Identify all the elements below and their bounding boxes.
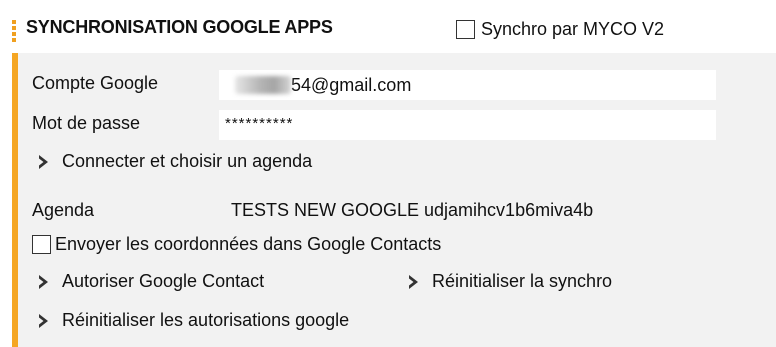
connect-calendar-link[interactable]: Connecter et choisir un agenda: [36, 151, 312, 172]
authorize-contact-label: Autoriser Google Contact: [62, 271, 265, 291]
section-header: SYNCHRONISATION GOOGLE APPS Synchro par …: [0, 0, 776, 53]
chevron-right-icon: [406, 274, 422, 290]
reset-auth-label: Réinitialiser les autorisations google: [62, 310, 350, 330]
section-title: SYNCHRONISATION GOOGLE APPS: [26, 17, 333, 37]
account-value: 54@gmail.com: [291, 74, 412, 95]
google-contacts-label: Envoyer les coordonnées dans Google Cont…: [55, 234, 442, 254]
chevron-right-icon: [36, 154, 52, 170]
checkbox-icon[interactable]: [32, 235, 51, 254]
agenda-label: Agenda: [32, 200, 95, 220]
drag-handle-icon: [12, 20, 16, 42]
google-contacts-checkbox[interactable]: Envoyer les coordonnées dans Google Cont…: [32, 234, 441, 255]
chevron-right-icon: [36, 313, 52, 329]
password-input[interactable]: **********: [219, 110, 716, 140]
authorize-contact-link[interactable]: Autoriser Google Contact: [36, 271, 264, 292]
myco-sync-label: Synchro par MYCO V2: [481, 19, 665, 39]
account-label: Compte Google: [32, 73, 159, 93]
agenda-value: TESTS NEW GOOGLE udjamihcv1b6miva4b: [231, 200, 594, 220]
redacted-text: [235, 76, 291, 94]
myco-sync-checkbox[interactable]: Synchro par MYCO V2: [456, 19, 664, 40]
password-label: Mot de passe: [32, 113, 141, 133]
password-value: **********: [225, 115, 294, 132]
chevron-right-icon: [36, 274, 52, 290]
reset-sync-link[interactable]: Réinitialiser la synchro: [406, 271, 612, 292]
account-input[interactable]: 54@gmail.com: [219, 70, 716, 100]
reset-sync-label: Réinitialiser la synchro: [432, 271, 613, 291]
connect-calendar-label: Connecter et choisir un agenda: [62, 151, 313, 171]
google-sync-panel: Compte Google 54@gmail.com Mot de passe …: [12, 53, 776, 347]
reset-auth-link[interactable]: Réinitialiser les autorisations google: [36, 310, 349, 331]
checkbox-icon[interactable]: [456, 20, 475, 39]
